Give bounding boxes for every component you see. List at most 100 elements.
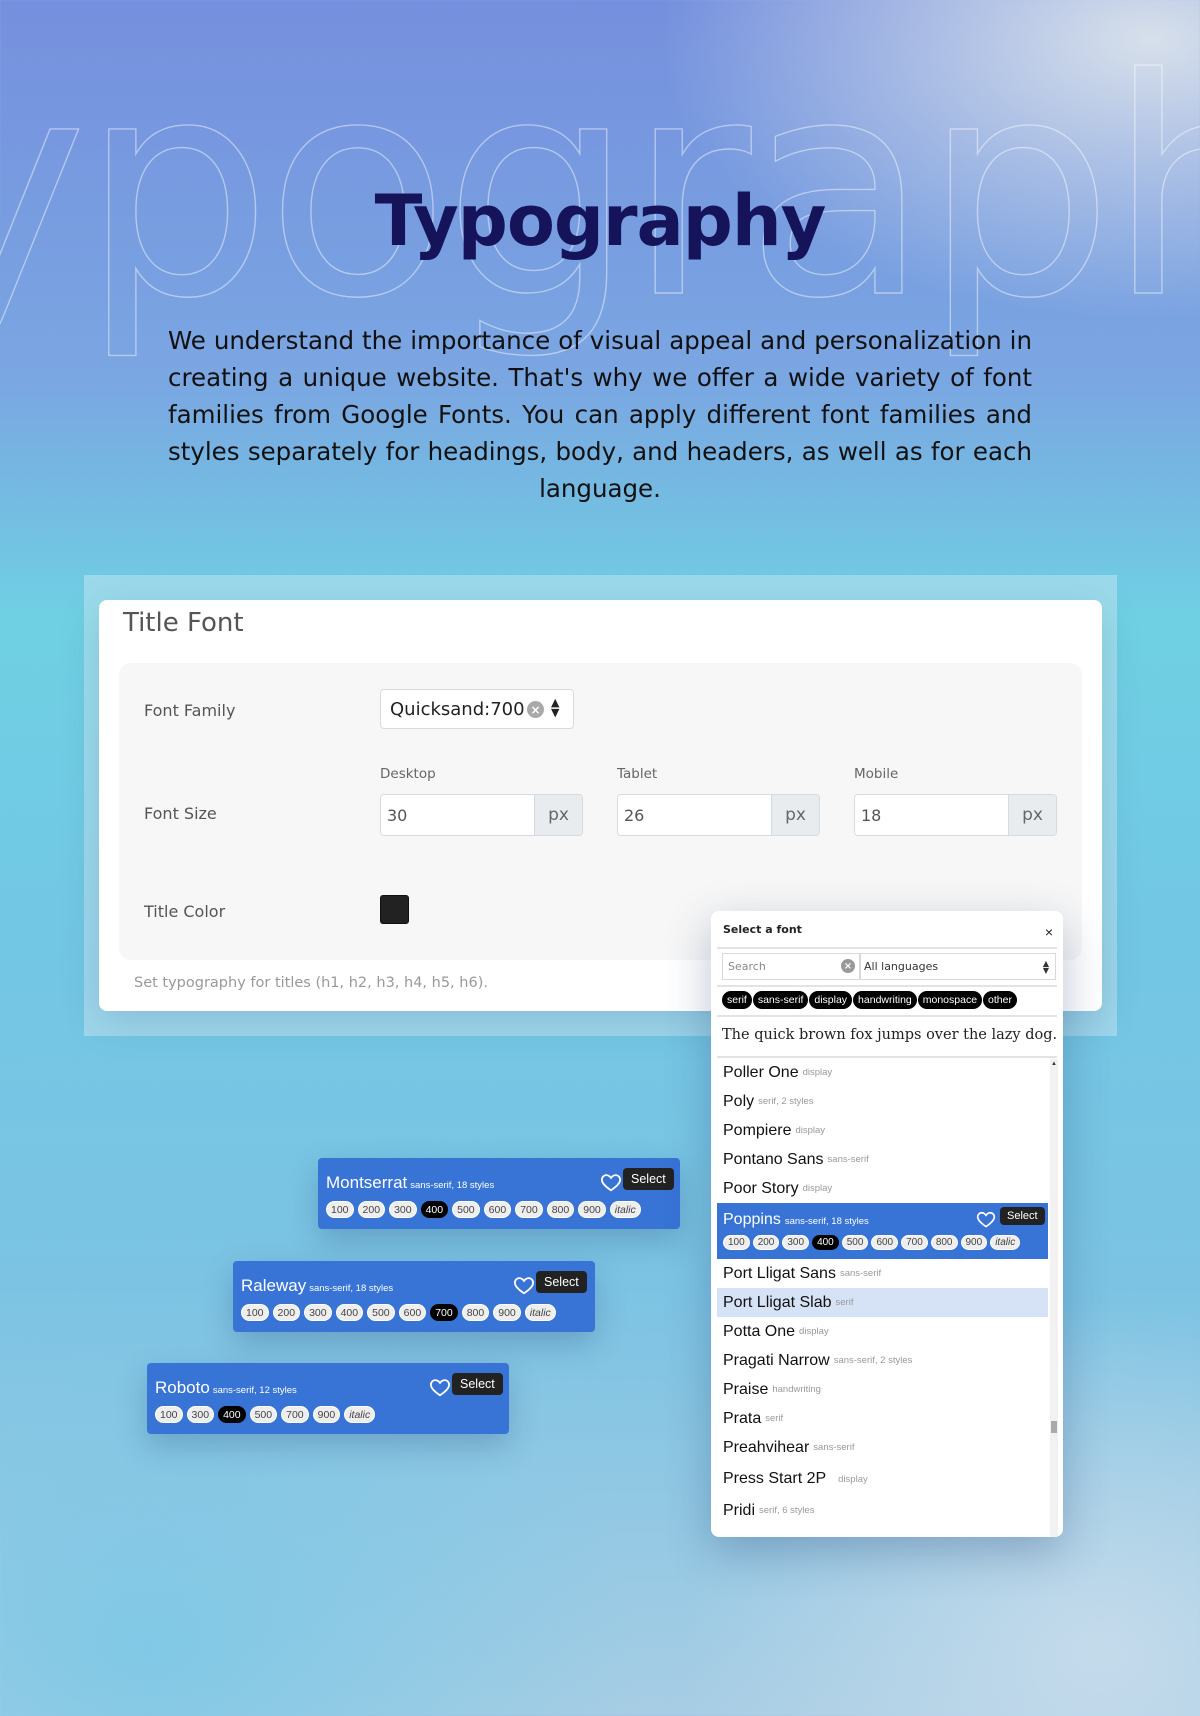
weight-chip[interactable]: italic xyxy=(990,1235,1021,1250)
weight-chip[interactable]: 800 xyxy=(546,1201,575,1218)
clear-search-icon[interactable]: × xyxy=(841,959,855,973)
select-button[interactable]: Select xyxy=(452,1373,503,1395)
font-list-item[interactable]: Poly serif, 2 styles xyxy=(717,1087,1048,1116)
language-select[interactable]: All languages ▲ ▼ xyxy=(860,953,1056,980)
font-list-item[interactable]: Poppins sans-serif, 18 styles Select 100 2… xyxy=(717,1203,1048,1259)
category-chip-sans-serif[interactable]: sans-serif xyxy=(752,991,809,1009)
weight-chip[interactable]: 400 xyxy=(420,1201,449,1218)
font-meta: display xyxy=(802,1067,833,1078)
font-list-item[interactable]: Port Lligat Sans sans-serif xyxy=(717,1259,1048,1288)
weight-chip[interactable]: 900 xyxy=(493,1304,521,1321)
tablet-label: Tablet xyxy=(617,766,658,782)
language-value: All languages xyxy=(864,960,939,973)
category-chip-handwriting[interactable]: handwriting xyxy=(853,991,917,1009)
desktop-size-input[interactable] xyxy=(381,795,534,835)
font-meta: sans-serif xyxy=(839,1268,882,1279)
heart-icon[interactable] xyxy=(976,1209,996,1234)
weight-chip[interactable]: 700 xyxy=(515,1201,543,1218)
font-list-item[interactable]: Preahvihear sans-serif xyxy=(717,1433,1048,1462)
font-card-raleway[interactable]: Raleway sans-serif, 18 styles Select 100 2… xyxy=(233,1261,595,1332)
scrollbar[interactable]: ▲ xyxy=(1050,1059,1058,1537)
font-list-item[interactable]: Pridi serif, 6 styles xyxy=(717,1496,1048,1525)
font-family-select[interactable]: Quicksand:700 × ▲ ▼ xyxy=(380,689,574,729)
px-unit: px xyxy=(1008,795,1056,835)
font-list-item[interactable]: Praise handwriting xyxy=(717,1375,1048,1404)
weight-chip[interactable]: 600 xyxy=(871,1235,899,1250)
font-size-label: Font Size xyxy=(144,804,217,823)
weight-chip[interactable]: 600 xyxy=(398,1304,427,1321)
weight-chip[interactable]: 500 xyxy=(367,1304,395,1321)
close-icon[interactable]: × xyxy=(1045,924,1053,940)
help-text: Set typography for titles (h1, h2, h3, h… xyxy=(134,975,488,991)
weight-chip[interactable]: 400 xyxy=(218,1406,246,1423)
weight-chip[interactable]: 200 xyxy=(752,1235,780,1250)
weight-chip[interactable]: 100 xyxy=(326,1201,354,1218)
font-list-item[interactable]: Pompiere display xyxy=(717,1116,1048,1145)
weight-chip[interactable]: 300 xyxy=(782,1235,810,1250)
heart-icon[interactable] xyxy=(429,1376,451,1398)
weight-chip[interactable]: 800 xyxy=(930,1235,958,1250)
font-meta: display xyxy=(802,1183,833,1194)
weight-chip[interactable]: 500 xyxy=(452,1201,480,1218)
weight-chip[interactable]: italic xyxy=(344,1406,376,1423)
font-list-item[interactable]: Port Lligat Slab serif xyxy=(717,1288,1048,1317)
font-name: Poly xyxy=(723,1092,755,1110)
weight-chip[interactable]: 300 xyxy=(304,1304,332,1321)
card-title: Title Font xyxy=(123,608,244,638)
font-list-item[interactable]: Prata serif xyxy=(717,1404,1048,1433)
weight-chip[interactable]: 900 xyxy=(578,1201,606,1218)
font-list-item[interactable]: Poor Story display xyxy=(717,1174,1048,1203)
font-picker-popup: Select a font × Search × All languages ▲… xyxy=(711,911,1063,1537)
search-input[interactable]: Search × xyxy=(722,953,860,980)
font-name: Port Lligat Sans xyxy=(723,1264,836,1282)
weight-chip[interactable]: 500 xyxy=(841,1235,869,1250)
category-chip-serif[interactable]: serif xyxy=(722,991,752,1009)
select-button[interactable]: Select xyxy=(1000,1207,1045,1225)
category-chip-other[interactable]: other xyxy=(983,991,1017,1009)
clear-icon[interactable]: × xyxy=(527,701,544,718)
font-meta: sans-serif xyxy=(813,1442,855,1453)
heart-icon[interactable] xyxy=(600,1171,622,1193)
divider xyxy=(717,947,1057,949)
font-name: Raleway sans-serif, 18 styles xyxy=(241,1276,394,1295)
weight-chip[interactable]: 600 xyxy=(483,1201,512,1218)
weight-chip[interactable]: 900 xyxy=(960,1235,988,1250)
weight-chip[interactable]: 200 xyxy=(357,1201,386,1218)
scroll-up-arrow-icon[interactable]: ▲ xyxy=(1050,1061,1058,1067)
weight-chip[interactable]: 300 xyxy=(389,1201,417,1218)
font-list-item[interactable]: Pragati Narrow sans-serif, 2 styles xyxy=(717,1346,1048,1375)
font-meta: display xyxy=(838,1473,868,1485)
font-card-montserrat[interactable]: Montserrat sans-serif, 18 styles Select 1… xyxy=(318,1158,680,1229)
font-name: Poor Story xyxy=(723,1179,799,1197)
scroll-thumb[interactable] xyxy=(1051,1421,1057,1433)
weight-chip[interactable]: 100 xyxy=(241,1304,269,1321)
tablet-size-input[interactable] xyxy=(618,795,771,835)
weight-chip[interactable]: 700 xyxy=(281,1406,309,1423)
weight-chip[interactable]: 700 xyxy=(901,1235,928,1250)
font-list-item[interactable]: Press Start 2P display xyxy=(717,1462,1048,1496)
weight-chip[interactable]: 500 xyxy=(249,1406,278,1423)
weight-chip[interactable]: 300 xyxy=(186,1406,215,1423)
weight-chip[interactable]: italic xyxy=(524,1304,556,1321)
weight-chip[interactable]: 400 xyxy=(335,1304,364,1321)
weight-chip[interactable]: 800 xyxy=(461,1304,490,1321)
select-button[interactable]: Select xyxy=(536,1271,587,1293)
font-list-item[interactable]: Potta One display xyxy=(717,1317,1048,1346)
category-chip-display[interactable]: display xyxy=(809,991,853,1009)
font-card-roboto[interactable]: Roboto sans-serif, 12 styles Select 100 30… xyxy=(147,1363,509,1434)
weight-chip[interactable]: 400 xyxy=(812,1235,839,1250)
weight-chip[interactable]: 200 xyxy=(272,1304,301,1321)
weight-chip[interactable]: 100 xyxy=(723,1235,750,1250)
title-color-swatch[interactable] xyxy=(380,895,409,924)
weight-chip[interactable]: italic xyxy=(609,1201,641,1218)
category-chip-monospace[interactable]: monospace xyxy=(917,991,983,1009)
font-list-item[interactable]: Poller One display xyxy=(717,1059,1048,1087)
select-button[interactable]: Select xyxy=(623,1168,674,1190)
weight-chip[interactable]: 900 xyxy=(312,1406,341,1423)
heart-icon[interactable] xyxy=(513,1274,535,1296)
weight-chip[interactable]: 100 xyxy=(155,1406,183,1423)
font-list-item[interactable]: Pontano Sans sans-serif xyxy=(717,1145,1048,1174)
weight-chip[interactable]: 700 xyxy=(430,1304,458,1321)
weight-list: 100 200 300 400 500 600 700 800 900 italic xyxy=(241,1304,556,1321)
mobile-size-input[interactable] xyxy=(855,795,1008,835)
